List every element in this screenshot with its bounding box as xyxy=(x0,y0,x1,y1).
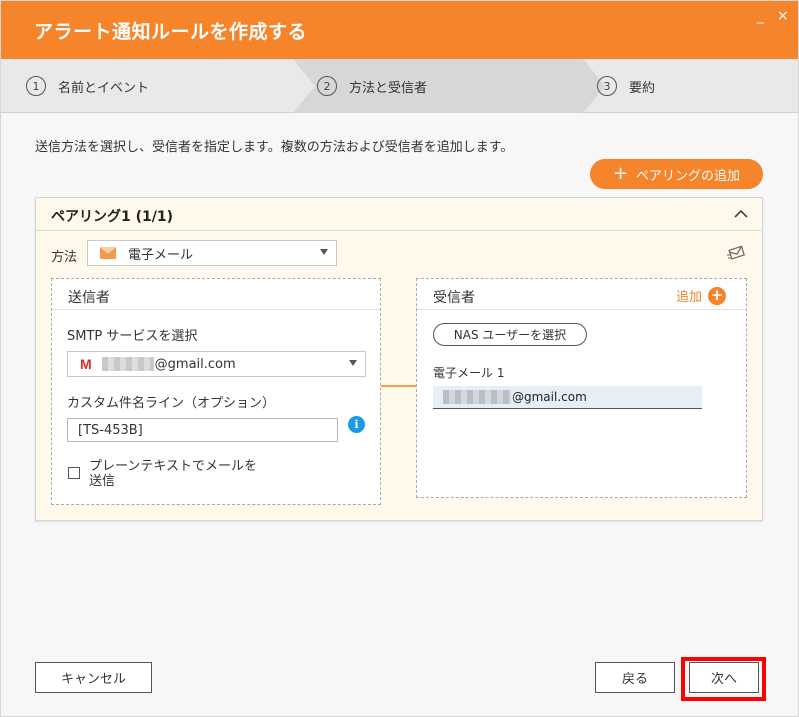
plus-icon: + xyxy=(612,163,629,184)
dialog-title: アラート通知ルールを作成する xyxy=(34,21,308,43)
sender-header: 送信者 xyxy=(52,279,380,310)
plaintext-label: プレーンテキストでメールを送信 xyxy=(89,459,257,489)
close-icon[interactable]: × xyxy=(777,9,789,23)
chevron-up-icon[interactable] xyxy=(734,207,748,223)
wizard-steps: 1 名前とイベント 2 方法と受信者 3 要約 xyxy=(1,59,798,113)
step-number: 3 xyxy=(597,76,617,96)
receiver-panel: 受信者 追加 + NAS ユーザーを選択 電子メール 1 @gmail.com xyxy=(416,278,747,498)
step-label: 要約 xyxy=(629,80,656,96)
subject-label: カスタム件名ライン（オプション） xyxy=(67,396,276,411)
minimize-icon[interactable]: _ xyxy=(757,9,764,23)
email1-field[interactable]: @gmail.com xyxy=(433,386,702,409)
sender-panel: 送信者 SMTP サービスを選択 M @gmail.com カスタム件名ライン（… xyxy=(51,278,381,505)
step-label: 名前とイベント xyxy=(58,80,150,96)
step-method-and-recipients: 2 方法と受信者 xyxy=(317,59,427,113)
email1-label: 電子メール 1 xyxy=(433,366,505,380)
redacted-text xyxy=(443,390,511,404)
step-number: 1 xyxy=(26,76,46,96)
pairing-panel: ペアリング1 (1/1) 方法 電子メール 送信者 SMTP サービスを選択 M… xyxy=(35,197,763,521)
pairing-title: ペアリング1 (1/1) xyxy=(51,209,174,225)
smtp-value: @gmail.com xyxy=(154,356,236,372)
chevron-down-icon xyxy=(320,249,328,255)
select-nas-user-button[interactable]: NAS ユーザーを選択 xyxy=(433,323,587,346)
add-recipient-button[interactable]: 追加 + xyxy=(676,286,727,305)
dialog-header: アラート通知ルールを作成する _ × xyxy=(1,1,798,59)
sender-title: 送信者 xyxy=(68,290,110,306)
step-name-and-event: 1 名前とイベント xyxy=(26,59,149,113)
envelope-icon xyxy=(100,247,116,259)
step-summary: 3 要約 xyxy=(597,59,655,113)
pairing-connector xyxy=(381,385,416,387)
chevron-down-icon xyxy=(349,360,357,366)
method-select[interactable]: 電子メール xyxy=(87,240,337,266)
smtp-label: SMTP サービスを選択 xyxy=(67,329,198,344)
step-number: 2 xyxy=(317,76,337,96)
instruction-text: 送信方法を選択し、受信者を指定します。複数の方法および受信者を追加します。 xyxy=(35,140,514,155)
method-value: 電子メール xyxy=(128,247,194,263)
gmail-icon: M xyxy=(80,356,92,372)
add-pairing-label: ペアリングの追加 xyxy=(636,168,741,184)
subject-input[interactable] xyxy=(67,418,338,442)
send-test-icon[interactable] xyxy=(727,244,747,260)
info-icon[interactable]: i xyxy=(348,416,365,433)
add-recipient-label: 追加 xyxy=(676,290,703,305)
receiver-header: 受信者 追加 + xyxy=(417,279,746,310)
add-pairing-button[interactable]: + ペアリングの追加 xyxy=(590,159,763,189)
smtp-service-select[interactable]: M @gmail.com xyxy=(67,351,366,377)
step-separator xyxy=(293,59,315,113)
email1-value: @gmail.com xyxy=(512,390,587,404)
method-label: 方法 xyxy=(51,250,78,265)
pairing-header[interactable]: ペアリング1 (1/1) xyxy=(36,198,762,231)
step-label: 方法と受信者 xyxy=(349,80,428,96)
redacted-text xyxy=(101,357,154,371)
receiver-title: 受信者 xyxy=(433,290,475,306)
next-button-highlight xyxy=(681,657,766,701)
alert-rule-dialog: アラート通知ルールを作成する _ × 1 名前とイベント 2 方法と受信者 3 … xyxy=(0,0,799,717)
back-button[interactable]: 戻る xyxy=(595,662,675,693)
cancel-button[interactable]: キャンセル xyxy=(35,662,152,693)
plus-circle-icon: + xyxy=(708,286,727,305)
plaintext-checkbox[interactable] xyxy=(68,467,80,479)
